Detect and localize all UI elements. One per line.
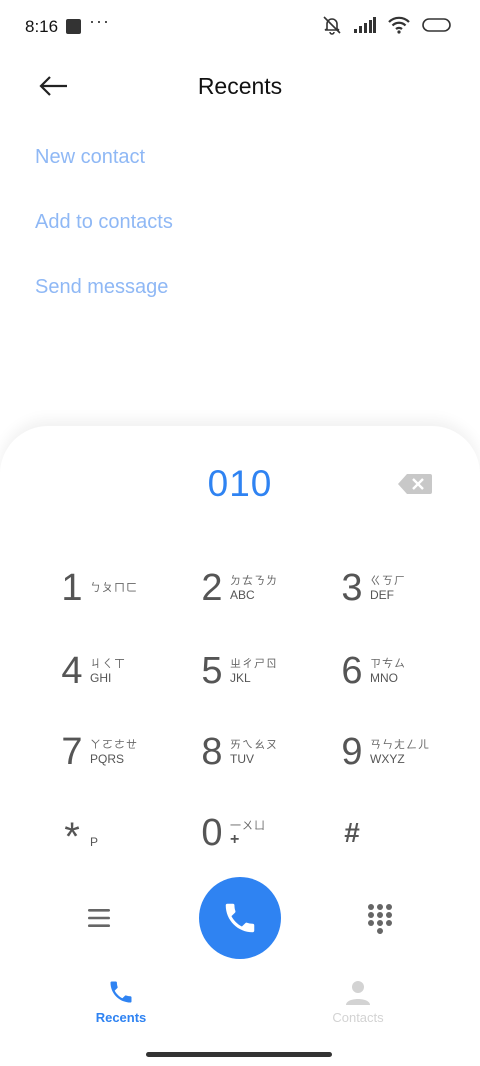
key-digit: 1 [61, 566, 83, 609]
key-letters: TUV [230, 752, 254, 766]
key-bopomofo: ㄢㄣㄤㄥㄦ [370, 739, 430, 751]
key-letters: MNO [370, 671, 398, 685]
signal-icon [354, 17, 376, 33]
key-digit: 8 [201, 730, 223, 773]
add-to-contacts-link[interactable]: Add to contacts [35, 211, 173, 234]
tab-label: Recents [95, 1010, 147, 1025]
backspace-icon [398, 474, 432, 494]
key-0[interactable]: 0 一ㄨㄩ + [198, 803, 318, 863]
key-letters: + [230, 831, 240, 848]
key-7[interactable]: 7 ㄚㄛㄜㄝ PQRS [58, 722, 178, 782]
wifi-icon [388, 16, 410, 34]
mute-bell-icon [323, 16, 341, 35]
key-bopomofo: ㄞㄟㄠㄡ [230, 739, 278, 751]
phone-icon [110, 981, 132, 1003]
key-digit: 0 [201, 811, 223, 854]
key-hash[interactable]: # [338, 803, 458, 863]
key-letters: DEF [370, 588, 394, 602]
key-2[interactable]: 2 ㄉㄊㄋㄌ ABC [198, 558, 318, 618]
key-letters: P [90, 835, 99, 849]
dialpad-icon [368, 904, 392, 934]
key-digit: 5 [201, 649, 223, 692]
key-1[interactable]: 1 ㄅㄆㄇㄈ [58, 558, 178, 618]
key-letters: ABC [230, 588, 255, 602]
call-button[interactable] [199, 877, 281, 959]
key-5[interactable]: 5 ㄓㄔㄕㄖ JKL [198, 641, 318, 701]
person-icon [346, 981, 370, 1005]
keypad-toggle-button[interactable] [366, 903, 394, 935]
phone-icon [225, 903, 255, 933]
key-4[interactable]: 4 ㄐㄑㄒ GHI [58, 641, 178, 701]
status-time: 8:16 [25, 17, 59, 36]
key-bopomofo: ㄚㄛㄜㄝ [90, 739, 138, 751]
key-digit: * [64, 814, 80, 859]
send-message-link[interactable]: Send message [35, 276, 168, 299]
new-contact-link[interactable]: New contact [35, 146, 145, 169]
menu-button[interactable] [86, 905, 112, 931]
key-bopomofo: ㄗㄘㄙ [370, 658, 406, 670]
key-6[interactable]: 6 ㄗㄘㄙ MNO [338, 641, 458, 701]
key-digit: 9 [341, 730, 363, 773]
key-bopomofo: ㄅㄆㄇㄈ [90, 582, 138, 594]
key-bopomofo: ㄐㄑㄒ [90, 658, 126, 670]
key-letters: WXYZ [370, 752, 405, 766]
key-bopomofo: ㄉㄊㄋㄌ [230, 575, 278, 587]
key-bopomofo: ㄓㄔㄕㄖ [230, 658, 278, 670]
page-title: Recents [197, 73, 283, 99]
key-3[interactable]: 3 ㄍㄎㄏ DEF [338, 558, 458, 618]
key-digit: 7 [61, 730, 83, 773]
key-letters: PQRS [90, 752, 125, 766]
battery-icon [422, 18, 451, 32]
status-bar: 8:16 ··· [0, 0, 480, 54]
tab-label: Contacts [332, 1010, 384, 1025]
key-letters: GHI [90, 671, 112, 685]
key-digit: # [344, 817, 360, 848]
tab-contacts[interactable]: Contacts [288, 978, 428, 1025]
key-digit: 4 [61, 649, 83, 692]
status-icons [322, 15, 452, 35]
more-notifications-icon: ··· [89, 11, 110, 31]
tab-recents[interactable]: Recents [51, 978, 191, 1025]
key-star[interactable]: * P [58, 803, 178, 863]
key-digit: 3 [341, 566, 363, 609]
key-8[interactable]: 8 ㄞㄟㄠㄡ TUV [198, 722, 318, 782]
notification-app-icon [66, 19, 81, 34]
key-digit: 6 [341, 649, 363, 692]
key-digit: 2 [201, 566, 223, 609]
key-9[interactable]: 9 ㄢㄣㄤㄥㄦ WXYZ [338, 722, 458, 782]
key-letters: JKL [230, 671, 251, 685]
home-indicator[interactable] [146, 1052, 332, 1057]
backspace-button[interactable] [397, 472, 433, 496]
key-bopomofo: ㄍㄎㄏ [370, 575, 406, 587]
menu-icon [88, 909, 110, 927]
